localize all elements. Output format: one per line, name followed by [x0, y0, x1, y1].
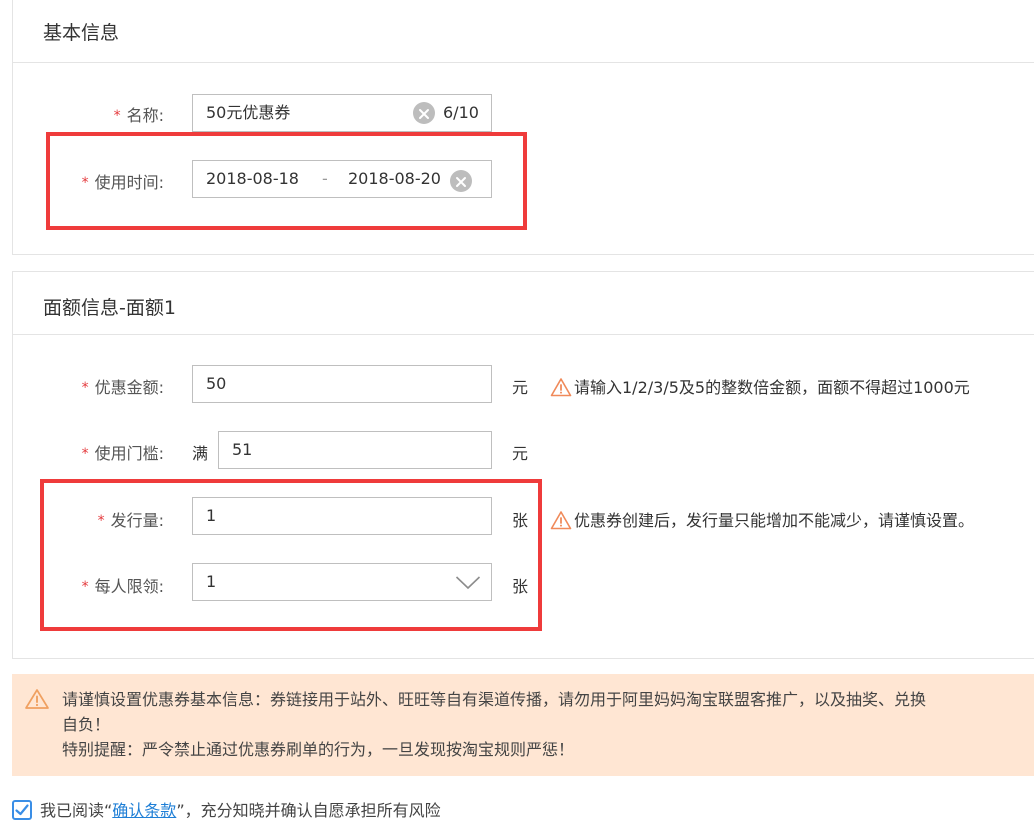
discount-value: 50 [206, 374, 227, 393]
agree-suffix: ”，充分知晓并确认自愿承担所有风险 [176, 801, 441, 820]
basic-info-title: 基本信息 [43, 22, 120, 44]
amount-info-title: 面额信息-面额1 [43, 297, 176, 319]
required-star: * [81, 446, 89, 462]
threshold-input[interactable]: 51 [218, 431, 492, 469]
name-value: 50元优惠券 [206, 103, 291, 122]
notice-line-3: 特别提醒：严令禁止通过优惠券刷单的行为，一旦发现按淘宝规则严惩！ [62, 740, 575, 759]
warning-icon [550, 377, 572, 396]
issue-hint: 优惠券创建后，发行量只能增加不能减少，请谨慎设置。 [550, 507, 974, 532]
name-input[interactable]: 50元优惠券 6/10 [192, 94, 492, 132]
notice-text: 请谨慎设置优惠券基本信息：券链接用于站外、旺旺等自有渠道传播，请勿用于阿里妈妈淘… [62, 687, 1034, 762]
discount-unit: 元 [512, 378, 529, 397]
check-icon [15, 803, 29, 815]
name-label: * 名称: [113, 106, 164, 125]
required-star: * [81, 380, 89, 396]
highlight-box-time [46, 132, 527, 230]
warning-icon [25, 689, 49, 709]
agree-prefix: 我已阅读“ [40, 801, 113, 820]
discount-input[interactable]: 50 [192, 365, 492, 403]
notice-line-1: 请谨慎设置优惠券基本信息：券链接用于站外、旺旺等自有渠道传播，请勿用于阿里妈妈淘… [62, 690, 927, 709]
warning-icon [550, 510, 572, 529]
threshold-prefix: 满 [192, 444, 209, 463]
threshold-label: * 使用门槛: [81, 444, 164, 463]
threshold-value: 51 [232, 440, 253, 459]
threshold-unit: 元 [512, 444, 529, 463]
notice-line-2: 自负！ [62, 715, 111, 734]
highlight-box-issue [40, 479, 542, 631]
required-star: * [113, 108, 121, 124]
terms-link[interactable]: 确认条款 [112, 801, 176, 820]
discount-hint: 请输入1/2/3/5及5的整数倍金额，面额不得超过1000元 [550, 374, 970, 399]
clear-icon[interactable] [413, 102, 435, 124]
discount-label: * 优惠金额: [81, 378, 164, 397]
basic-info-header: 基本信息 [13, 0, 1034, 63]
agree-row: 我已阅读“确认条款”，充分知晓并确认自愿承担所有风险 [12, 797, 441, 822]
name-counter: 6/10 [443, 103, 479, 122]
agree-checkbox[interactable] [12, 799, 32, 820]
amount-info-header: 面额信息-面额1 [13, 272, 1034, 335]
warning-notice: 请谨慎设置优惠券基本信息：券链接用于站外、旺旺等自有渠道传播，请勿用于阿里妈妈淘… [12, 674, 1034, 776]
